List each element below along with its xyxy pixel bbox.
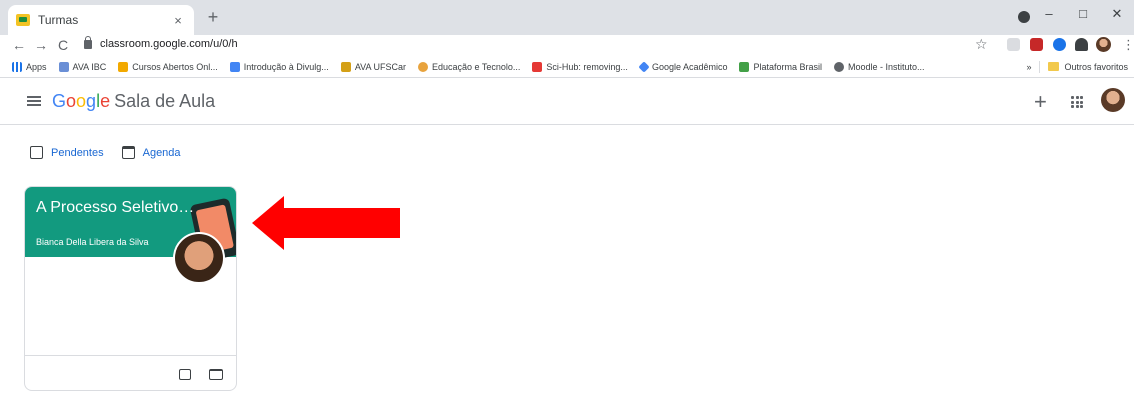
classroom-favicon-icon (16, 14, 30, 26)
bookmark-apps[interactable]: Apps (12, 61, 47, 72)
profile-avatar-icon[interactable] (1096, 37, 1111, 52)
bookmark-item[interactable]: Plataforma Brasil (739, 61, 823, 72)
minimize-button[interactable]: – (1032, 6, 1066, 22)
bookmark-favicon-icon (638, 60, 650, 73)
bookmark-favicon-icon (418, 61, 428, 72)
account-avatar[interactable] (1101, 88, 1125, 112)
address-bar[interactable]: classroom.google.com/u/0/h (84, 35, 1004, 53)
forward-button[interactable]: → (30, 37, 52, 53)
extension-icon[interactable] (1007, 38, 1020, 51)
google-apps-icon[interactable] (1071, 96, 1083, 108)
bookmark-favicon-icon (118, 61, 129, 72)
new-tab-button[interactable]: + (203, 7, 223, 28)
bookmark-favicon-icon (229, 61, 240, 72)
agenda-link[interactable]: Agenda (121, 146, 181, 159)
create-join-class-button[interactable]: + (1034, 89, 1047, 115)
tab-turmas[interactable]: Turmas × (8, 5, 194, 35)
reload-button[interactable]: C (52, 37, 74, 53)
pending-link[interactable]: Pendentes (30, 146, 104, 159)
assignments-icon[interactable] (179, 369, 191, 380)
bookmark-item[interactable]: Sci-Hub: removing... (532, 61, 628, 72)
bookmark-star-icon[interactable]: ☆ (975, 36, 988, 53)
bookmark-item[interactable]: AVA IBC (58, 61, 107, 72)
main-menu-icon[interactable] (27, 96, 41, 106)
divider (1039, 60, 1041, 73)
bookmark-label: Moodle - Instituto... (848, 61, 925, 72)
bookmark-label: Plataforma Brasil (753, 61, 823, 72)
other-bookmarks[interactable]: Outros favoritos (1064, 62, 1128, 72)
maximize-button[interactable]: □ (1066, 6, 1100, 22)
bookmarks-more-button[interactable]: » (1026, 62, 1031, 72)
logo-letter: g (86, 91, 97, 111)
pending-label: Pendentes (51, 146, 104, 159)
course-card-footer (25, 355, 236, 390)
bookmark-item[interactable]: Introdução à Divulg... (229, 61, 329, 72)
bookmark-label: Sci-Hub: removing... (546, 61, 628, 72)
bookmark-favicon-icon (340, 61, 351, 72)
teacher-avatar (173, 232, 225, 284)
logo-letter: o (76, 91, 87, 111)
bookmark-label: Educação e Tecnolo... (432, 61, 521, 72)
teacher-name: Bianca Della Libera da Silva (36, 237, 149, 247)
tab-title: Turmas (38, 13, 79, 27)
bookmark-label: Google Acadêmico (651, 61, 728, 72)
puzzle-icon[interactable] (1075, 38, 1088, 51)
close-window-button[interactable]: ✕ (1100, 6, 1134, 22)
folder-icon[interactable] (209, 369, 223, 380)
folder-icon (1048, 62, 1060, 71)
bookmark-label: Cursos Abertos Onl... (132, 61, 218, 72)
bookmarks-overflow: » Outros favoritos (1026, 60, 1128, 73)
bookmark-item[interactable]: Cursos Abertos Onl... (118, 61, 218, 72)
bookmark-favicon-icon (834, 61, 845, 72)
logo-letter: e (100, 91, 111, 111)
chrome-profile-icon[interactable] (1018, 11, 1030, 23)
bookmark-label: Apps (26, 61, 47, 72)
agenda-label: Agenda (142, 146, 181, 159)
checklist-icon (30, 146, 43, 159)
bookmark-item[interactable]: Google Acadêmico (638, 60, 728, 73)
classroom-header: Google Sala de Aula + (0, 79, 1134, 125)
bookmark-item[interactable]: Moodle - Instituto... (834, 61, 925, 72)
window-controls: – □ ✕ (1032, 6, 1134, 22)
course-card[interactable]: A Processo Seletivo ... Bianca Della Lib… (24, 186, 237, 391)
google-classroom-logo[interactable]: Google Sala de Aula (52, 91, 215, 112)
bookmark-label: Introdução à Divulg... (243, 61, 329, 72)
course-title[interactable]: A Processo Seletivo ... (36, 199, 196, 217)
bookmark-item[interactable]: AVA UFSCar (340, 61, 406, 72)
back-button[interactable]: ← (8, 37, 30, 53)
bookmark-item[interactable]: Educação e Tecnolo... (418, 61, 521, 72)
browser-toolbar: ← → C classroom.google.com/u/0/h ☆ ⋮ (0, 35, 1134, 55)
bookmark-favicon-icon (58, 61, 69, 72)
logo-letter: G (52, 91, 67, 111)
product-name: Sala de Aula (114, 91, 216, 111)
quick-links: Pendentes Agenda (30, 146, 199, 159)
url-text: classroom.google.com/u/0/h (100, 38, 238, 50)
browser-tabstrip: Turmas × + – □ ✕ (0, 0, 1134, 35)
tab-close-icon[interactable]: × (170, 13, 186, 28)
calendar-icon (121, 146, 135, 159)
logo-letter: o (66, 91, 77, 111)
extension-icon[interactable] (1053, 38, 1066, 51)
bookmark-favicon-icon (532, 61, 543, 72)
lock-icon (84, 35, 92, 49)
bookmark-label: AVA UFSCar (354, 61, 406, 72)
red-arrow-annotation (252, 196, 400, 250)
menu-icon[interactable]: ⋮ (1122, 37, 1134, 53)
bookmark-label: AVA IBC (72, 61, 107, 72)
extension-icon[interactable] (1030, 38, 1043, 51)
bookmarks-bar: Apps AVA IBC Cursos Abertos Onl... Intro… (0, 56, 1134, 78)
bookmark-favicon-icon (739, 61, 750, 72)
apps-grid-icon (12, 61, 22, 72)
